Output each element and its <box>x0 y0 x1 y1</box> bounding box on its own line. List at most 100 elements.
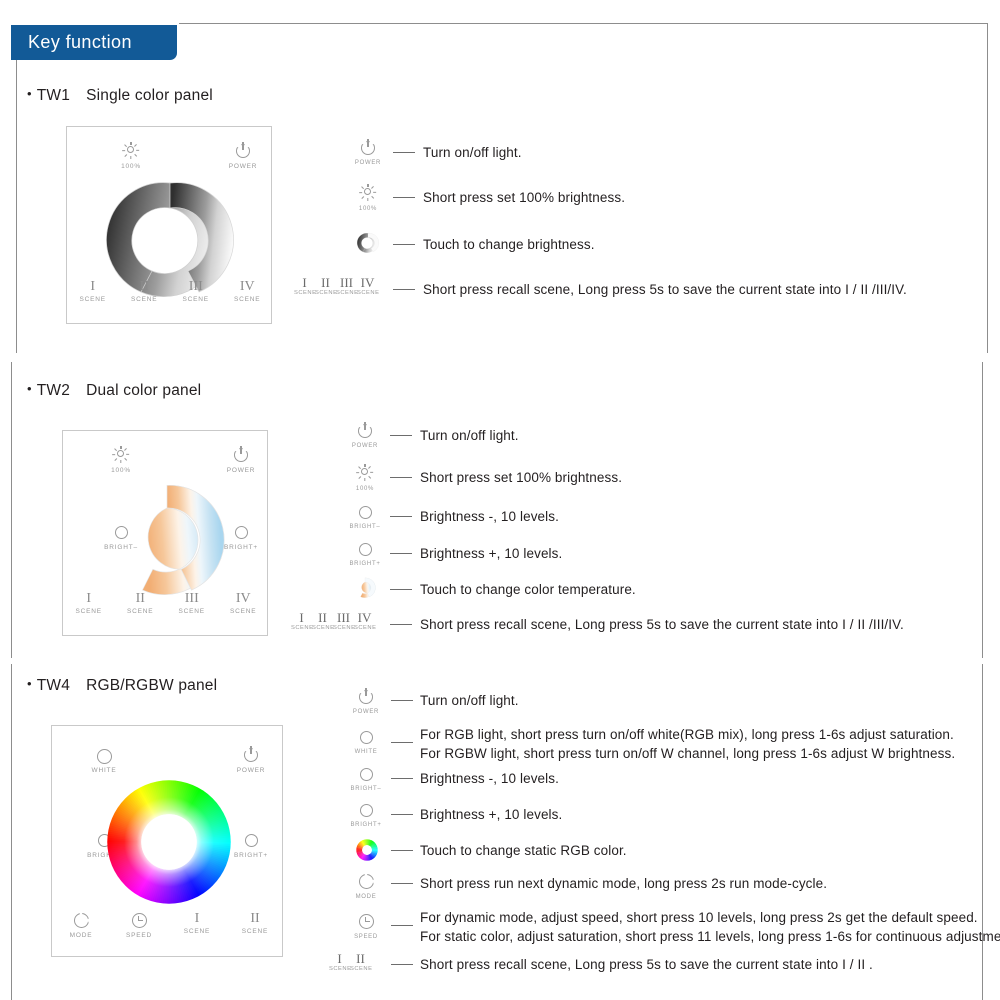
legend-tw1-row2-text: Short press set 100% brightness. <box>423 190 626 205</box>
scene-group-item[interactable]: I SCENE <box>329 952 351 973</box>
panel-tw2-cct-ring[interactable] <box>101 476 233 606</box>
panel-tw4-scene-2[interactable]: II SCENE <box>226 911 284 939</box>
panel-tw4-button-speed[interactable]: SPEED <box>110 911 168 939</box>
scene-group-item[interactable]: IV SCENE <box>354 611 376 632</box>
scene-group-item[interactable]: II SCENE <box>350 952 372 973</box>
panel-tw1-scene-1-label: SCENE <box>79 296 106 303</box>
legend-tw4-row6-dash <box>391 883 413 885</box>
panel-tw4-color-wheel[interactable] <box>106 779 232 905</box>
legend-tw2-row5-icon <box>351 576 379 605</box>
panel-tw1-scene-1[interactable]: I SCENE <box>67 279 119 303</box>
panel-tw1-scene-1-roman: I <box>90 279 96 294</box>
panel-tw4-button-white[interactable]: WHITE <box>74 746 134 774</box>
legend-tw2-row2-icon: 100% <box>349 464 381 492</box>
panel-tw4-button-power-label: POWER <box>236 767 266 774</box>
panel-tw1-scene-3-roman: III <box>188 279 203 294</box>
legend-tw2-row2-text: Short press set 100% brightness. <box>420 470 623 485</box>
panel-tw4-scene-1[interactable]: I SCENE <box>168 911 226 939</box>
scene-group-item[interactable]: IV SCENE <box>357 276 379 297</box>
section-code-tw2: TW2 <box>36 382 71 399</box>
legend-tw4-row6-icon: MODE <box>350 872 382 900</box>
power-icon <box>360 139 376 159</box>
scene-group-item[interactable]: II SCENE <box>312 611 334 632</box>
legend-tw1-row3-text: Touch to change brightness. <box>423 237 595 252</box>
legend-tw1-row2-icon: 100% <box>352 184 384 212</box>
panel-tw2-button-power[interactable]: POWER <box>211 446 271 474</box>
panel-tw1-scene-2-label: SCENE <box>131 296 158 303</box>
section-name-tw2: Dual color panel <box>86 382 202 399</box>
panel-tw1-scene-3[interactable]: III SCENE <box>170 279 222 303</box>
circle-icon <box>359 768 373 785</box>
legend-tw4-row3-text: Brightness -, 10 levels. <box>420 771 559 786</box>
legend-tw2-row1-icon: POWER <box>349 422 381 449</box>
panel-tw1-scene-4-roman: IV <box>239 279 255 294</box>
frame-left-2 <box>11 362 12 658</box>
scene-group-item[interactable]: III SCENE <box>336 276 358 297</box>
legend-tw1-row1-icon: POWER <box>352 139 384 166</box>
legend-tw1-row4-text: Short press recall scene, Long press 5s … <box>423 282 907 297</box>
rgb-ring-icon <box>356 839 378 865</box>
panel-tw4-button-mode[interactable]: MODE <box>52 911 110 939</box>
legend-tw2-row1-text: Turn on/off light. <box>420 428 519 443</box>
page-root: Key function • TW1 Single color panel 100% <box>0 0 1000 1000</box>
legend-tw2-row6-dash <box>390 624 412 626</box>
panel-tw1-scene-2[interactable]: II SCENE <box>119 279 171 303</box>
legend-tw1-row1-caption: POWER <box>354 160 382 166</box>
panel-tw1-button-power-label: POWER <box>228 163 258 170</box>
power-icon <box>213 142 273 162</box>
mode-icon <box>52 911 110 931</box>
panel-tw1-scene-3-label: SCENE <box>182 296 209 303</box>
legend-tw2-row6-text: Short press recall scene, Long press 5s … <box>420 617 904 632</box>
panel-tw2-scene-4[interactable]: IV SCENE <box>218 591 270 615</box>
scene-group-item[interactable]: I SCENE <box>294 276 316 297</box>
panel-tw2-scene-2[interactable]: II SCENE <box>115 591 167 615</box>
legend-tw4-row7-text-line2: For static color, adjust saturation, sho… <box>420 929 1000 944</box>
panel-tw1-scene-4[interactable]: IV SCENE <box>222 279 274 303</box>
legend-tw2-row4-text: Brightness +, 10 levels. <box>420 546 563 561</box>
panel-tw2: 100% POWER BRIGHT– BRIGHT+ I SCENE II SC… <box>62 430 268 636</box>
scene-group-item[interactable]: I SCENE <box>291 611 313 632</box>
circle-icon <box>358 543 372 560</box>
legend-tw2-row4-dash <box>390 553 412 555</box>
section-code-tw1: TW1 <box>36 87 71 104</box>
legend-tw1-row2-caption: 100% <box>358 206 378 212</box>
section-name-tw1: Single color panel <box>86 87 213 104</box>
panel-tw4-bottom-row: MODE SPEED I SCENE II SCENE <box>52 911 284 939</box>
legend-tw2-row5-dash <box>390 589 412 591</box>
power-icon <box>358 688 374 708</box>
legend-tw4-row7-text-line1: For dynamic mode, adjust speed, short pr… <box>420 910 978 925</box>
panel-tw4-button-power[interactable]: POWER <box>221 746 281 774</box>
sun-icon <box>359 184 377 205</box>
circle-icon <box>359 804 373 821</box>
panel-tw4-button-white-label: WHITE <box>91 767 117 774</box>
scene-group-item[interactable]: III SCENE <box>333 611 355 632</box>
panel-tw2-button-100[interactable]: 100% <box>91 446 151 474</box>
power-icon <box>357 422 373 442</box>
legend-tw2-row1-dash <box>390 435 412 437</box>
legend-tw1-row1-dash <box>393 152 415 154</box>
page-title: Key function <box>28 32 132 52</box>
scene-group-item[interactable]: II SCENE <box>315 276 337 297</box>
panel-tw2-scene-3[interactable]: III SCENE <box>166 591 218 615</box>
legend-tw4-row7-icon: SPEED <box>350 912 382 940</box>
panel-tw2-scene-1[interactable]: I SCENE <box>63 591 115 615</box>
frame-left-1 <box>16 60 17 353</box>
legend-tw4-row6-text: Short press run next dynamic mode, long … <box>420 876 828 891</box>
mode-icon <box>358 874 374 893</box>
panel-tw1-button-100[interactable]: 100% <box>101 142 161 170</box>
frame-left-3 <box>11 664 12 1000</box>
legend-tw4-row8-text: Short press recall scene, Long press 5s … <box>420 957 873 972</box>
panel-tw1-button-power[interactable]: POWER <box>213 142 273 170</box>
legend-tw4-row4-icon: BRIGHT+ <box>350 801 382 828</box>
power-icon <box>221 746 281 766</box>
legend-tw4-row5-icon <box>353 839 381 866</box>
legend-tw4-row4-dash <box>391 814 413 816</box>
bullet-icon: • <box>27 86 32 101</box>
legend-tw4-row1-icon: POWER <box>350 688 382 715</box>
bullet-icon: • <box>27 381 32 396</box>
frame-right-2 <box>982 362 983 658</box>
legend-tw1-row3-icon <box>354 231 382 260</box>
section-name-tw4: RGB/RGBW panel <box>86 677 218 694</box>
legend-tw1-row1-text: Turn on/off light. <box>423 145 522 160</box>
section-heading-tw1: • TW1 Single color panel <box>27 86 213 105</box>
